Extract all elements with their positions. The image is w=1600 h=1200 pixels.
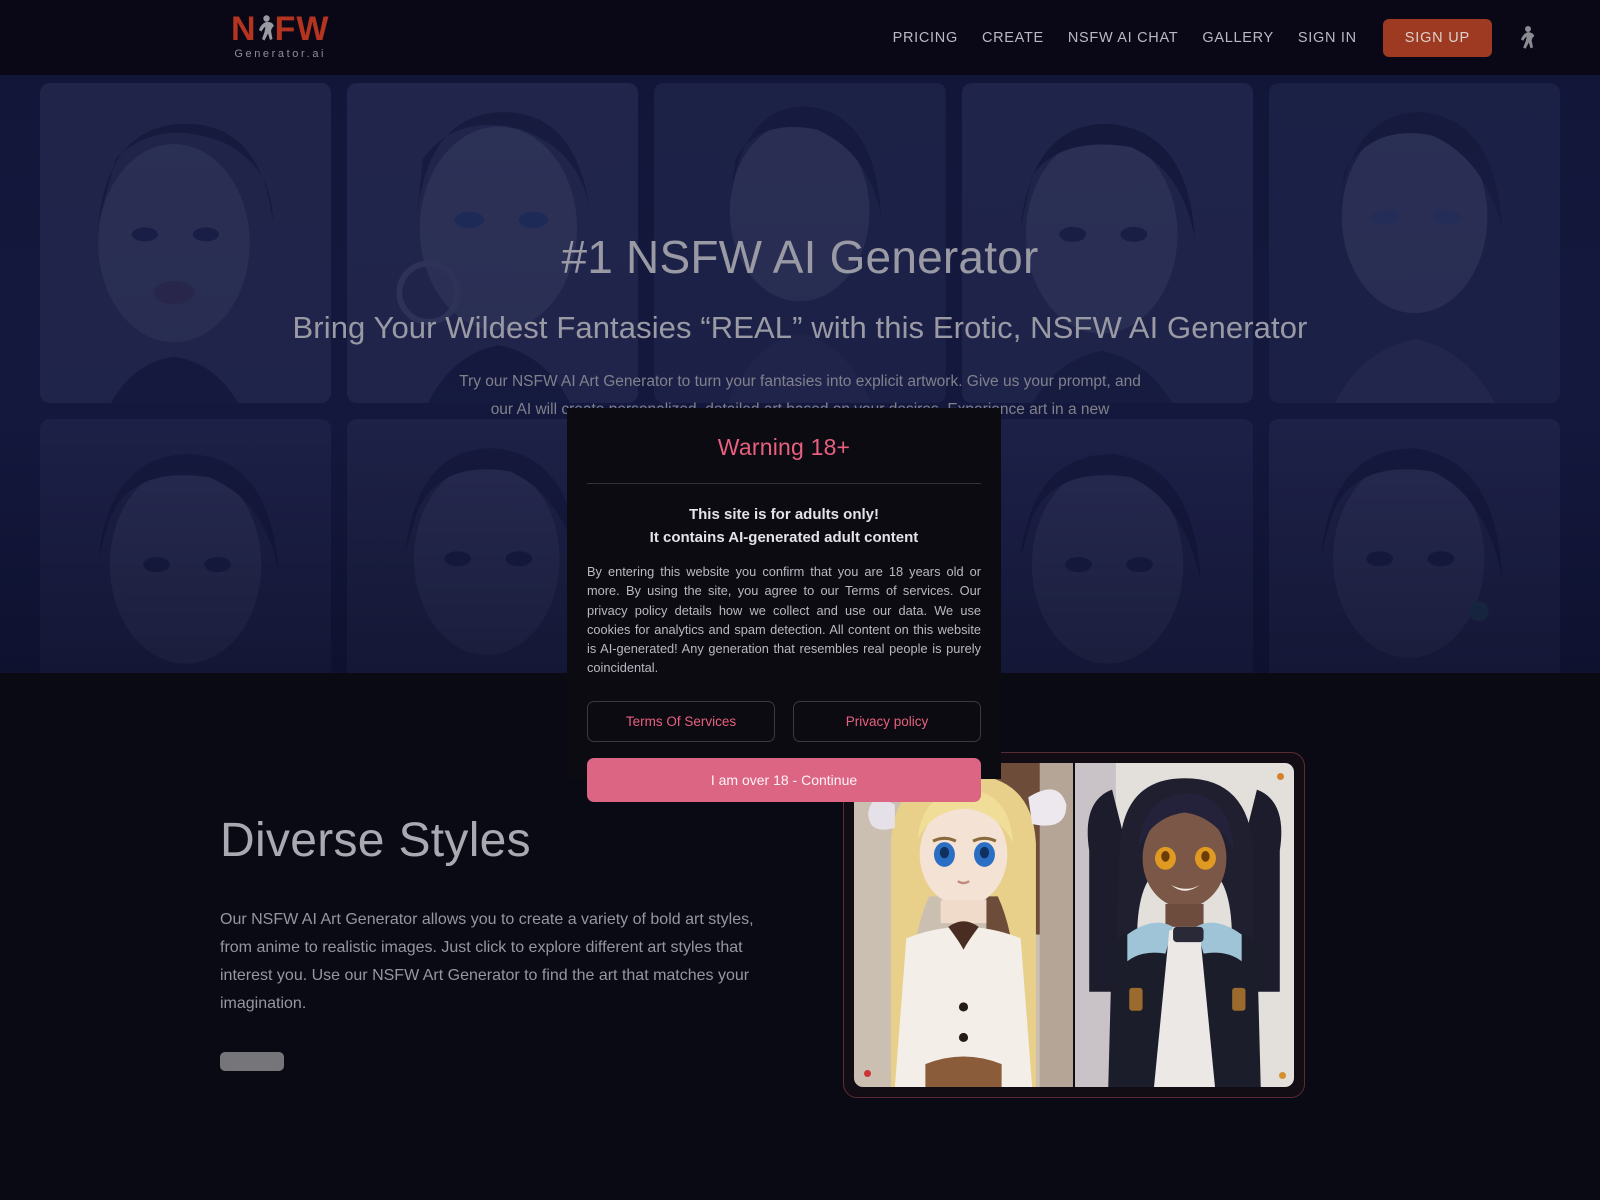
site-header: N F W Generator.ai PRICING CREATE NSFW A… — [0, 0, 1600, 75]
sign-up-button[interactable]: SIGN UP — [1382, 18, 1492, 57]
showcase-images — [854, 763, 1294, 1087]
hero-title: #1 NSFW AI Generator — [561, 231, 1039, 283]
showcase-image-blonde[interactable] — [854, 763, 1073, 1087]
page-root: N F W Generator.ai PRICING CREATE NSFW A… — [0, 0, 1600, 1200]
section-cta-placeholder[interactable] — [220, 1052, 284, 1071]
nav-sign-in[interactable]: SIGN IN — [1286, 30, 1369, 46]
showcase-dot-amber-bottom — [1279, 1072, 1286, 1079]
modal-subtitle-line2: It contains AI-generated adult content — [649, 529, 919, 546]
age-verification-modal: Warning 18+ This site is for adults only… — [567, 408, 1001, 802]
site-logo[interactable]: N F W Generator.ai — [231, 12, 329, 60]
style-showcase-frame — [843, 752, 1305, 1098]
logo-letter-f: F — [274, 10, 297, 48]
section-title: Diverse Styles — [220, 814, 531, 867]
logo-letter-n: N — [231, 10, 257, 48]
modal-subtitle-line1: This site is for adults only! — [688, 506, 880, 523]
logo-wordmark: N F W — [231, 12, 329, 46]
nav-pricing[interactable]: PRICING — [881, 30, 970, 46]
showcase-dot-red-bottom — [864, 1070, 871, 1077]
logo-tagline: Generator.ai — [234, 48, 327, 60]
showcase-image-dark[interactable] — [1075, 763, 1294, 1087]
diverse-styles-text: Diverse Styles Our NSFW AI Art Generator… — [220, 813, 780, 1071]
modal-title: Warning 18+ — [717, 434, 851, 460]
modal-link-buttons: Terms Of Services Privacy policy — [587, 700, 981, 742]
logo-letter-w: W — [296, 10, 330, 48]
showcase-dot-amber-top — [1277, 773, 1284, 780]
person-figure-icon — [255, 14, 277, 44]
nav-nsfw-ai-chat[interactable]: NSFW AI CHAT — [1056, 30, 1190, 46]
main-nav: PRICING CREATE NSFW AI CHAT GALLERY SIGN… — [881, 0, 1540, 75]
modal-body-text: By entering this website you confirm tha… — [587, 564, 981, 676]
section-body: Our NSFW AI Art Generator allows you to … — [220, 911, 754, 1012]
hero-subtitle: Bring Your Wildest Fantasies “REAL” with… — [292, 310, 1308, 345]
nav-create[interactable]: CREATE — [970, 30, 1056, 46]
confirm-age-button[interactable]: I am over 18 - Continue — [587, 757, 981, 802]
modal-divider — [587, 483, 981, 484]
modal-subtitle: This site is for adults only! It contain… — [587, 503, 981, 549]
nav-gallery[interactable]: GALLERY — [1190, 30, 1286, 46]
user-avatar-icon[interactable] — [1514, 24, 1540, 52]
privacy-policy-button[interactable]: Privacy policy — [793, 700, 981, 742]
terms-of-services-button[interactable]: Terms Of Services — [587, 700, 775, 742]
